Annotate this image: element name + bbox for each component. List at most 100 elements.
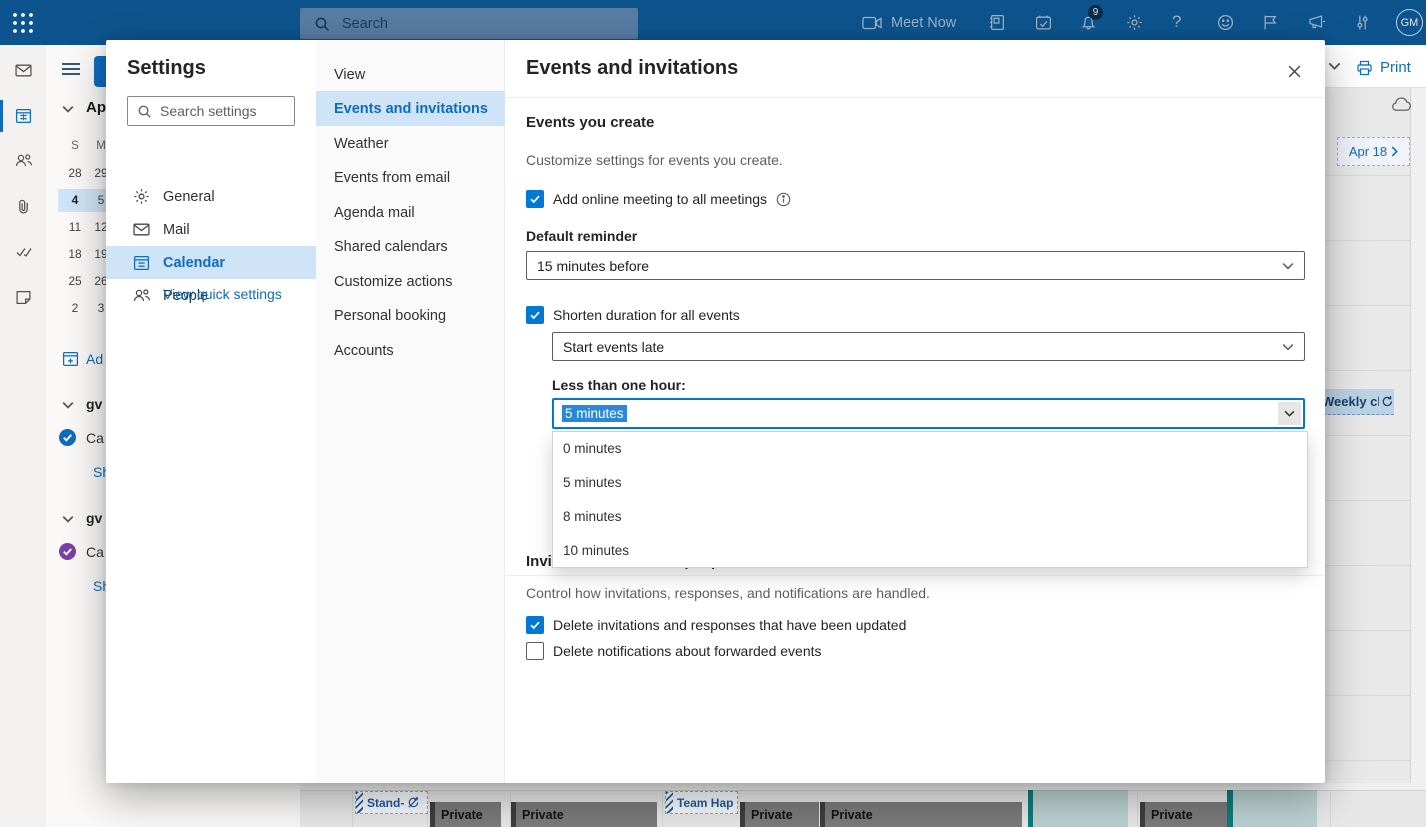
- recurrence-icon: [1381, 395, 1394, 408]
- search-icon: [137, 104, 152, 119]
- calendar-group-label[interactable]: gv: [86, 396, 102, 412]
- megaphone-icon[interactable]: [1308, 14, 1325, 31]
- notification-badge: 9: [1088, 5, 1103, 20]
- settings-category-mail[interactable]: Mail: [106, 213, 316, 246]
- section-divider: [505, 575, 1325, 576]
- mini-cal-day[interactable]: 28: [64, 166, 86, 180]
- event-private[interactable]: Private: [820, 802, 1022, 827]
- shorten-mode-select[interactable]: Start events late: [552, 332, 1305, 361]
- dropdown-option[interactable]: 5 minutes: [553, 466, 1307, 500]
- calendar-group-label[interactable]: gv: [86, 510, 102, 526]
- feedback-smiley-icon[interactable]: [1217, 14, 1234, 31]
- mail-icon: [133, 221, 150, 238]
- calendar-icon[interactable]: [15, 107, 32, 124]
- add-calendar-label[interactable]: Ad: [86, 351, 103, 367]
- event-private[interactable]: Private: [430, 802, 501, 827]
- view-quick-settings-link[interactable]: View quick settings: [163, 286, 282, 302]
- settings-category-general[interactable]: General: [106, 180, 316, 213]
- mini-cal-day[interactable]: 18: [64, 247, 86, 261]
- mini-cal-day[interactable]: 2: [64, 301, 86, 315]
- tasks-check-icon[interactable]: [1035, 14, 1052, 31]
- chevron-down-icon[interactable]: [1328, 62, 1341, 70]
- settings-category-calendar[interactable]: Calendar: [106, 246, 316, 279]
- settings-gear-icon[interactable]: [1126, 14, 1143, 31]
- add-calendar-icon[interactable]: [62, 350, 79, 367]
- subnav-agenda-mail[interactable]: Agenda mail: [316, 195, 505, 230]
- checkbox-label: Shorten duration for all events: [553, 307, 740, 323]
- dropdown-option[interactable]: 0 minutes: [553, 432, 1307, 466]
- close-icon[interactable]: [1283, 60, 1305, 82]
- toggles-icon[interactable]: [1354, 14, 1371, 31]
- subnav-events-and-invitations[interactable]: Events and invitations: [316, 91, 505, 126]
- meet-now-button[interactable]: Meet Now: [862, 0, 956, 45]
- checkbox-checked[interactable]: [526, 306, 544, 324]
- selected-day-highlight: [1033, 790, 1128, 827]
- subnav-view[interactable]: View: [316, 57, 505, 92]
- checkbox-checked[interactable]: [526, 190, 544, 208]
- subnav-weather[interactable]: Weather: [316, 126, 505, 161]
- mini-calendar-month-label[interactable]: Ap: [86, 99, 106, 116]
- checkbox-checked[interactable]: [526, 616, 544, 634]
- chevron-down-icon: [1282, 343, 1294, 351]
- checkbox-unchecked[interactable]: [526, 642, 544, 660]
- select-dropdown-button[interactable]: [1278, 402, 1301, 425]
- calendar-checked-icon[interactable]: [59, 429, 76, 446]
- subnav-events-from-email[interactable]: Events from email: [316, 160, 505, 195]
- subnav-accounts[interactable]: Accounts: [316, 333, 505, 368]
- flag-icon[interactable]: [1262, 14, 1279, 31]
- weather-cloud-icon[interactable]: [1389, 95, 1414, 114]
- less-than-hour-select[interactable]: 5 minutes: [552, 398, 1305, 429]
- event-label: Private: [1151, 808, 1193, 822]
- mini-cal-day[interactable]: 11: [64, 220, 86, 234]
- search-input[interactable]: [342, 16, 602, 32]
- event-private[interactable]: Private: [740, 802, 819, 827]
- notes-icon[interactable]: [15, 289, 32, 306]
- global-search-box[interactable]: [300, 8, 638, 39]
- printer-icon: [1356, 60, 1373, 76]
- dropdown-option[interactable]: 8 minutes: [553, 500, 1307, 534]
- default-reminder-select[interactable]: 15 minutes before: [526, 251, 1305, 280]
- weekly-event[interactable]: Weekly cl: [1318, 389, 1394, 415]
- calendar-item-label[interactable]: Ca: [86, 544, 104, 560]
- event-standup[interactable]: Stand-: [355, 791, 428, 814]
- event-label: Private: [522, 808, 564, 822]
- recurrence-crossed-icon: [407, 796, 420, 809]
- date-nav-apr18[interactable]: Apr 18: [1337, 137, 1410, 166]
- print-label: Print: [1380, 59, 1411, 76]
- today-indicator-stripe: [1227, 790, 1233, 827]
- subnav-personal-booking[interactable]: Personal booking: [316, 298, 505, 333]
- people-icon: [133, 287, 150, 304]
- select-value: Start events late: [563, 339, 664, 355]
- subnav-shared-calendars[interactable]: Shared calendars: [316, 229, 505, 264]
- event-private[interactable]: Private: [1140, 802, 1227, 827]
- calendar-item-label[interactable]: Ca: [86, 430, 104, 446]
- notebook-icon[interactable]: [989, 14, 1006, 31]
- group-chevron-icon[interactable]: [62, 515, 74, 523]
- grid-vline: [662, 790, 663, 827]
- mini-cal-day-selected[interactable]: 4: [64, 193, 86, 207]
- event-private[interactable]: Private: [511, 802, 657, 827]
- mini-cal-day[interactable]: 25: [64, 274, 86, 288]
- print-button[interactable]: Print: [1356, 59, 1411, 76]
- checkbox-label: Delete notifications about forwarded eve…: [553, 643, 822, 659]
- app-launcher-icon[interactable]: [12, 12, 34, 34]
- hamburger-menu-icon[interactable]: [62, 62, 80, 76]
- month-collapse-chevron-icon[interactable]: [62, 105, 74, 113]
- help-icon[interactable]: ?: [1172, 12, 1181, 32]
- grid-vline: [352, 790, 353, 827]
- dropdown-option[interactable]: 10 minutes: [553, 534, 1307, 568]
- subnav-customize-actions[interactable]: Customize actions: [316, 264, 505, 299]
- event-team-happy[interactable]: Team Hap: [665, 791, 738, 814]
- attachments-icon[interactable]: [15, 198, 32, 215]
- people-icon[interactable]: [15, 152, 32, 169]
- section-description: Control how invitations, responses, and …: [526, 585, 930, 601]
- account-avatar[interactable]: GM: [1396, 9, 1423, 36]
- mail-icon[interactable]: [15, 62, 32, 79]
- calendar-checked-icon[interactable]: [59, 543, 76, 560]
- info-icon[interactable]: [776, 192, 791, 207]
- settings-search-input[interactable]: [160, 103, 280, 119]
- group-chevron-icon[interactable]: [62, 401, 74, 409]
- dialog-title: Events and invitations: [526, 57, 738, 80]
- todo-check-icon[interactable]: [15, 243, 32, 260]
- settings-search-box[interactable]: [127, 96, 295, 126]
